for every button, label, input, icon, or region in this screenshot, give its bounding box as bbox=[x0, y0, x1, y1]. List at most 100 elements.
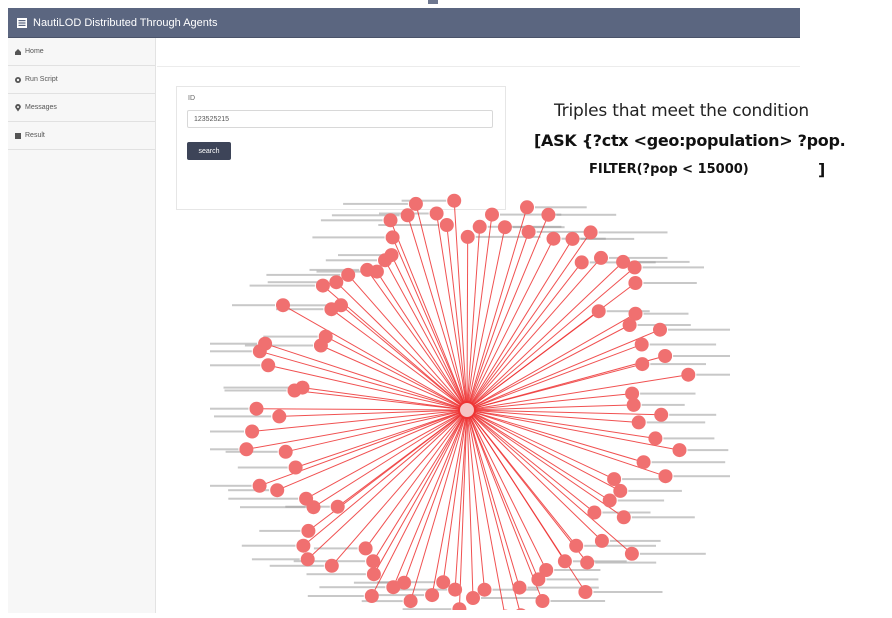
sidebar-item-result[interactable]: Result bbox=[8, 122, 155, 150]
graph-node[interactable] bbox=[587, 505, 602, 520]
sidebar-item-run-script[interactable]: Run Script bbox=[8, 66, 155, 94]
graph-node[interactable] bbox=[512, 580, 527, 595]
graph-node[interactable] bbox=[384, 248, 399, 263]
graph-node[interactable] bbox=[452, 602, 467, 610]
graph-node[interactable] bbox=[681, 367, 696, 382]
graph-node[interactable] bbox=[569, 538, 584, 553]
menu-icon[interactable] bbox=[16, 17, 28, 29]
graph-node[interactable] bbox=[653, 322, 667, 337]
graph-node[interactable] bbox=[341, 267, 356, 282]
graph-node[interactable] bbox=[448, 582, 463, 597]
graph-node[interactable] bbox=[580, 555, 595, 570]
graph-node[interactable] bbox=[436, 575, 451, 590]
graph-node[interactable] bbox=[541, 207, 556, 222]
graph-node[interactable] bbox=[301, 523, 316, 538]
graph-node[interactable] bbox=[624, 546, 639, 561]
graph-node[interactable] bbox=[261, 358, 276, 373]
graph-node[interactable] bbox=[672, 443, 687, 458]
graph-node[interactable] bbox=[278, 444, 293, 459]
graph-node[interactable] bbox=[654, 407, 669, 422]
graph-node[interactable] bbox=[245, 424, 260, 439]
graph-node[interactable] bbox=[400, 208, 415, 223]
graph-node[interactable] bbox=[318, 329, 333, 344]
graph-node[interactable] bbox=[447, 193, 462, 208]
graph-node[interactable] bbox=[557, 554, 572, 569]
graph-node[interactable] bbox=[658, 469, 673, 484]
sidebar: Home Run Script Messages Result bbox=[8, 38, 156, 613]
graph-node[interactable] bbox=[591, 304, 606, 319]
graph-node[interactable] bbox=[460, 229, 475, 244]
graph-node[interactable] bbox=[330, 499, 345, 514]
graph-node[interactable] bbox=[386, 580, 401, 595]
graph-node[interactable] bbox=[366, 567, 381, 582]
graph-node[interactable] bbox=[628, 276, 643, 290]
sidebar-item-messages[interactable]: Messages bbox=[8, 94, 155, 122]
graph-node[interactable] bbox=[626, 397, 641, 412]
graph-node[interactable] bbox=[583, 225, 598, 240]
sidebar-item-home[interactable]: Home bbox=[8, 38, 155, 66]
graph-node[interactable] bbox=[616, 510, 631, 525]
graph-node[interactable] bbox=[635, 357, 650, 372]
graph-node[interactable] bbox=[602, 493, 617, 508]
graph-node[interactable] bbox=[315, 278, 330, 293]
graph-node[interactable] bbox=[535, 594, 550, 608]
graph-node[interactable] bbox=[296, 538, 311, 553]
graph-node[interactable] bbox=[258, 336, 273, 351]
graph-node[interactable] bbox=[369, 264, 384, 279]
graph-node[interactable] bbox=[295, 380, 310, 395]
graph-node[interactable] bbox=[521, 224, 536, 239]
graph-node[interactable] bbox=[613, 483, 628, 498]
graph-node[interactable] bbox=[622, 318, 637, 332]
graph-node[interactable] bbox=[498, 609, 512, 611]
graph-node[interactable] bbox=[514, 608, 528, 610]
graph-node[interactable] bbox=[497, 220, 512, 235]
graph-node[interactable] bbox=[565, 231, 580, 246]
node-label bbox=[210, 350, 252, 353]
graph-node[interactable] bbox=[607, 472, 622, 487]
graph-node[interactable] bbox=[627, 260, 642, 275]
graph-node[interactable] bbox=[439, 218, 454, 232]
graph-node[interactable] bbox=[403, 594, 418, 609]
graph-node[interactable] bbox=[594, 250, 608, 265]
graph-node[interactable] bbox=[249, 401, 264, 416]
graph-node[interactable] bbox=[546, 231, 561, 246]
graph-node[interactable] bbox=[383, 213, 398, 228]
graph-node[interactable] bbox=[466, 591, 480, 605]
graph-node[interactable] bbox=[299, 491, 314, 506]
graph-node[interactable] bbox=[472, 219, 487, 234]
graph-node[interactable] bbox=[648, 431, 663, 446]
graph-node[interactable] bbox=[358, 541, 373, 556]
graph-node[interactable] bbox=[631, 415, 646, 430]
graph-node[interactable] bbox=[239, 442, 254, 457]
graph-node[interactable] bbox=[366, 554, 381, 569]
graph-node[interactable] bbox=[408, 196, 423, 211]
graph-node[interactable] bbox=[252, 478, 267, 493]
graph-node[interactable] bbox=[658, 349, 673, 363]
graph-node[interactable] bbox=[634, 337, 649, 352]
graph-node[interactable] bbox=[574, 255, 589, 270]
graph-node[interactable] bbox=[477, 582, 492, 597]
graph-node[interactable] bbox=[276, 298, 290, 313]
graph-node[interactable] bbox=[329, 275, 344, 290]
graph-node[interactable] bbox=[288, 460, 303, 475]
graph-node[interactable] bbox=[636, 455, 651, 470]
graph-node[interactable] bbox=[324, 558, 339, 573]
graph-node[interactable] bbox=[272, 409, 287, 424]
graph-node[interactable] bbox=[531, 572, 546, 587]
graph-node[interactable] bbox=[270, 483, 285, 498]
graph-node[interactable] bbox=[334, 298, 348, 313]
graph-node[interactable] bbox=[364, 589, 379, 603]
graph-node[interactable] bbox=[300, 552, 315, 567]
graph-node[interactable] bbox=[429, 206, 444, 221]
node-label bbox=[343, 202, 408, 205]
node-label bbox=[639, 552, 706, 555]
graph-node[interactable] bbox=[578, 585, 593, 599]
id-input[interactable] bbox=[187, 110, 493, 128]
graph-node[interactable] bbox=[520, 200, 534, 215]
graph-node[interactable] bbox=[425, 588, 440, 603]
graph-node[interactable] bbox=[485, 207, 499, 222]
graph-node[interactable] bbox=[385, 230, 400, 245]
graph-node[interactable] bbox=[594, 533, 609, 548]
graph-center-node[interactable] bbox=[458, 401, 476, 419]
search-button[interactable]: search bbox=[187, 142, 231, 160]
